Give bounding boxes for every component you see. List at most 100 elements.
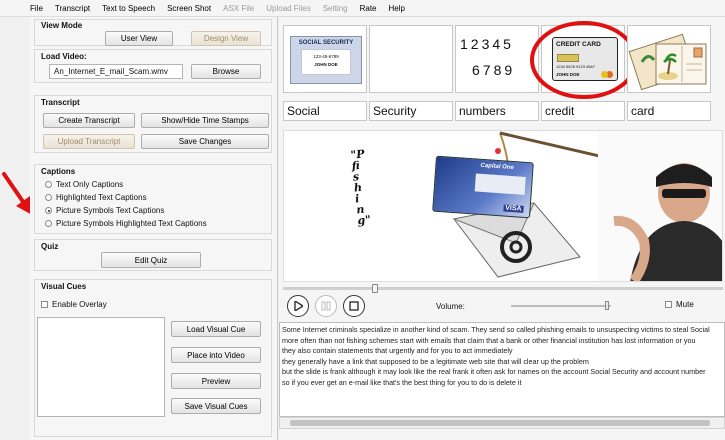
menu-screen-shot[interactable]: Screen Shot	[167, 4, 211, 13]
transcript-line: they also contain statements that urgent…	[282, 346, 513, 355]
menu-file[interactable]: File	[30, 4, 43, 13]
pause-button[interactable]	[315, 295, 337, 317]
transcript-line: so if you ever get an e-mail like that's…	[282, 377, 522, 387]
transcript-line: more often than not fishing schemes star…	[282, 335, 696, 345]
save-visual-cues-button[interactable]: Save Visual Cues	[171, 398, 261, 414]
ss-card-title: SOCIAL SECURITY	[298, 40, 354, 46]
enable-overlay-label: Enable Overlay	[52, 300, 107, 309]
volume-thumb[interactable]	[605, 301, 609, 310]
load-visual-cue-button[interactable]: Load Visual Cue	[171, 321, 261, 337]
symbol-blank	[369, 25, 453, 93]
caption-word[interactable]: card	[627, 101, 711, 121]
numbers-row-1: 12345	[460, 36, 514, 52]
quiz-title: Quiz	[41, 242, 59, 251]
visual-cues-section: Visual Cues Enable Overlay Load Visual C…	[34, 279, 272, 437]
symbol-credit-card: CREDIT CARD 1234 5678 9123 4567 JOHN DOE	[530, 21, 638, 99]
caption-option-selected[interactable]: Picture Symbols Text Captions	[45, 206, 164, 215]
menu-text-to-speech[interactable]: Text to Speech	[102, 4, 155, 13]
menu-rate[interactable]: Rate	[360, 4, 377, 13]
play-button[interactable]	[287, 295, 309, 317]
ss-card-inner: 123-45-6789 JOHN DOE	[301, 49, 351, 75]
video-card-panel	[474, 173, 526, 195]
captions-title: Captions	[41, 167, 76, 176]
seek-bar[interactable]	[283, 284, 723, 293]
caption-option-label: Picture Symbols Text Captions	[56, 206, 165, 215]
show-hide-timestamps-button[interactable]: Show/Hide Time Stamps	[141, 113, 269, 128]
control-panel: View Mode User View Design View Load Vid…	[30, 17, 278, 440]
transcript-section: Transcript Create Transcript Show/Hide T…	[34, 95, 272, 153]
transcript-line: they generally have a link that supposed…	[282, 356, 589, 366]
video-credit-card: Capital One VISA	[432, 155, 534, 219]
enable-overlay-checkbox[interactable]	[41, 301, 48, 308]
captions-section: Captions Text Only Captions Highlighted …	[34, 164, 272, 234]
view-mode-section: View Mode User View Design View	[34, 19, 272, 46]
visual-cues-title: Visual Cues	[41, 282, 87, 291]
stop-icon	[349, 301, 359, 311]
caption-option-label: Picture Symbols Highlighted Text Caption…	[56, 219, 207, 228]
radio-button[interactable]	[45, 194, 52, 201]
symbol-social-security-card: SOCIAL SECURITY 123-45-6789 JOHN DOE	[283, 25, 367, 93]
view-mode-title: View Mode	[41, 21, 83, 30]
load-video-section: Load Video: An_Internet_E_mail_Scam.wmv …	[34, 49, 272, 83]
ss-card-name: JOHN DOE	[314, 62, 338, 67]
preview-button[interactable]: Preview	[171, 373, 261, 389]
transcript-line: Some Internet criminals specialize in an…	[282, 325, 710, 334]
menu-transcript[interactable]: Transcript	[55, 4, 90, 13]
caption-word[interactable]: numbers	[455, 101, 539, 121]
video-card-visa: VISA	[502, 204, 524, 213]
seek-thumb[interactable]	[372, 284, 379, 293]
user-view-button[interactable]: User View	[105, 31, 173, 46]
visual-cue-list[interactable]	[37, 317, 165, 417]
design-view-button[interactable]: Design View	[191, 31, 261, 46]
ss-card-number: 123-45-6789	[313, 54, 339, 59]
menu-bar: File Transcript Text to Speech Screen Shot A…	[0, 0, 725, 17]
menu-upload-files[interactable]: Upload Files	[266, 4, 310, 13]
mute-checkbox[interactable]	[665, 301, 672, 308]
menu-setting[interactable]: Setting	[323, 4, 348, 13]
enable-overlay-checkbox-row[interactable]: Enable Overlay	[41, 300, 107, 309]
quiz-section: Quiz Edit Quiz	[34, 239, 272, 271]
create-transcript-button[interactable]: Create Transcript	[43, 113, 135, 128]
radio-button-selected[interactable]	[45, 207, 52, 214]
red-circle-annotation	[530, 21, 638, 99]
mute-checkbox-row[interactable]: Mute	[665, 300, 694, 309]
social-security-card-icon: SOCIAL SECURITY 123-45-6789 JOHN DOE	[290, 36, 362, 84]
symbol-numbers: 12345 6789	[455, 25, 539, 93]
place-into-video-button[interactable]: Place into Video	[171, 347, 261, 363]
volume-label: Volume:	[436, 302, 465, 311]
browse-button[interactable]: Browse	[191, 64, 261, 79]
play-icon	[294, 301, 303, 311]
caption-option-label: Highlighted Text Captions	[56, 193, 147, 202]
media-panel: SOCIAL SECURITY 123-45-6789 JOHN DOE 123…	[279, 17, 725, 440]
horizontal-scrollbar[interactable]	[279, 417, 725, 429]
scrollbar-thumb[interactable]	[290, 420, 710, 426]
red-arrow-annotation	[2, 172, 34, 216]
radio-button[interactable]	[45, 220, 52, 227]
caption-option[interactable]: Picture Symbols Highlighted Text Caption…	[45, 219, 207, 228]
caption-option[interactable]: Highlighted Text Captions	[45, 193, 147, 202]
edit-quiz-button[interactable]: Edit Quiz	[101, 252, 201, 268]
caption-word[interactable]: Social	[283, 101, 367, 121]
menu-asx-file[interactable]: ASX File	[223, 4, 254, 13]
load-video-title: Load Video:	[41, 52, 87, 61]
numbers-row-2: 6789	[472, 62, 516, 78]
caption-option[interactable]: Text Only Captions	[45, 180, 123, 189]
greeting-card-icon	[628, 33, 707, 91]
caption-option-label: Text Only Captions	[56, 180, 124, 189]
save-changes-button[interactable]: Save Changes	[141, 134, 269, 149]
transcript-line: but the slide is frank although it may l…	[282, 367, 706, 376]
mute-label: Mute	[676, 300, 694, 309]
transcript-title: Transcript	[41, 98, 80, 107]
stop-button[interactable]	[343, 295, 365, 317]
upload-transcript-button[interactable]: Upload Transcript	[43, 134, 135, 149]
radio-button[interactable]	[45, 181, 52, 188]
video-player[interactable]: Capital One VISA "Pfishing"	[283, 130, 723, 282]
pause-icon	[321, 301, 331, 311]
caption-word[interactable]: Security	[369, 101, 453, 121]
volume-slider[interactable]	[511, 301, 611, 310]
transcript-text-area[interactable]: Some Internet criminals specialize in an…	[279, 322, 725, 417]
video-filename-field[interactable]: An_Internet_E_mail_Scam.wmv	[49, 64, 183, 79]
caption-word[interactable]: credit	[541, 101, 625, 121]
menu-help[interactable]: Help	[389, 4, 405, 13]
symbol-card	[627, 25, 711, 93]
